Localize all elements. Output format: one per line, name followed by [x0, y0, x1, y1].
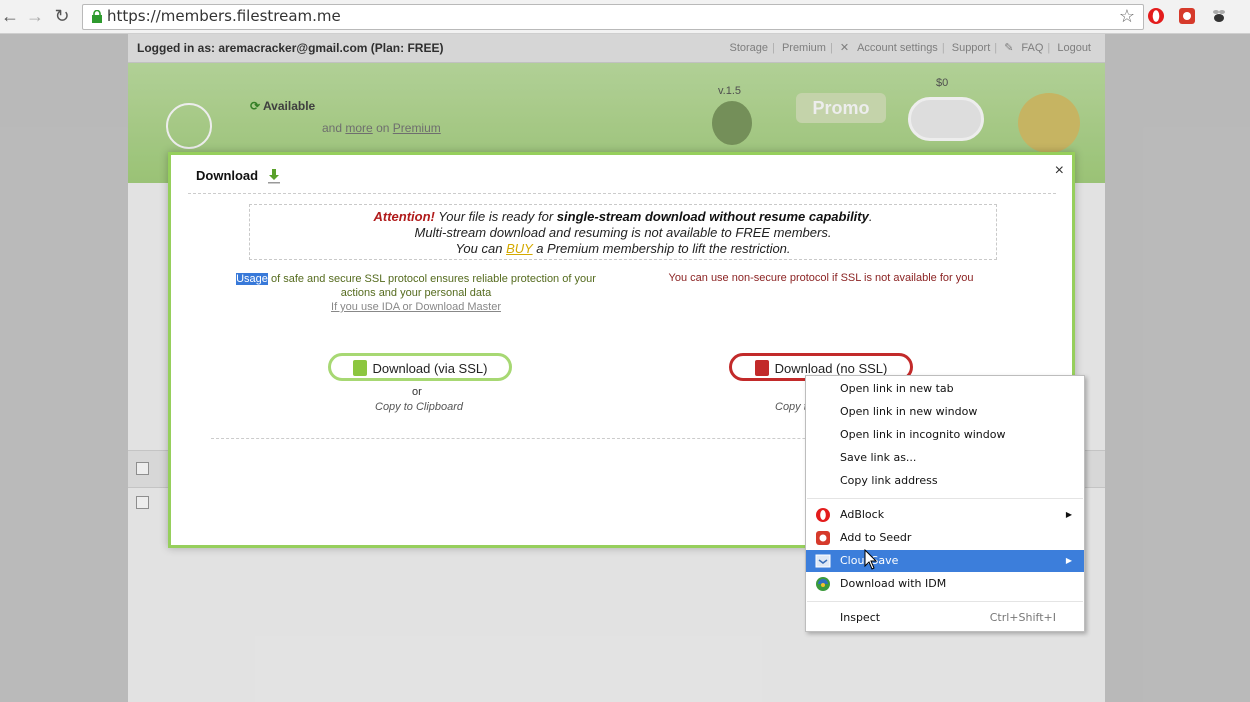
inspect-shortcut: Ctrl+Shift+I	[989, 611, 1056, 624]
dialog-title: Download	[196, 168, 259, 183]
attention-line-3: You can BUY a Premium membership to lift…	[455, 241, 791, 256]
menu-open-new-window[interactable]: Open link in new window	[806, 401, 1084, 423]
selected-text: Usage	[236, 273, 268, 285]
opera-icon[interactable]	[1147, 7, 1165, 25]
title-divider	[188, 193, 1056, 194]
copy-to-clipboard-nossl[interactable]: Copy t	[775, 401, 807, 413]
menu-cloudsave[interactable]: CloudSave▶	[806, 550, 1084, 572]
back-icon[interactable]: ←	[0, 6, 20, 26]
attention-box: Attention! Your file is ready for single…	[249, 204, 997, 260]
menu-open-new-tab[interactable]: Open link in new tab	[806, 378, 1084, 400]
submenu-arrow-icon: ▶	[1065, 510, 1072, 519]
menu-open-incognito[interactable]: Open link in incognito window	[806, 424, 1084, 446]
download-arrow-icon	[268, 169, 280, 184]
seedr-icon	[816, 531, 830, 545]
menu-inspect[interactable]: Inspect Ctrl+Shift+I	[806, 607, 1084, 629]
ida-download-master-link[interactable]: If you use IDA or Download Master	[231, 300, 601, 314]
menu-download-with-idm[interactable]: Download with IDM	[806, 573, 1084, 595]
context-menu: Open link in new tab Open link in new wi…	[805, 375, 1085, 632]
seedr-icon[interactable]	[1178, 7, 1196, 25]
menu-separator	[807, 601, 1083, 602]
bee-icon[interactable]	[1210, 7, 1228, 25]
ssl-description: Usage of safe and secure SSL protocol en…	[231, 272, 601, 314]
buy-link[interactable]: BUY	[506, 241, 533, 256]
idm-icon	[816, 577, 830, 591]
menu-copy-link-address[interactable]: Copy link address	[806, 470, 1084, 492]
address-bar[interactable]: https://members.filestream.me ☆	[82, 4, 1144, 30]
secure-lock-icon	[92, 10, 102, 23]
bookmark-star-icon[interactable]: ☆	[1119, 6, 1135, 27]
download-ssl-button[interactable]: Download (via SSL)	[328, 353, 512, 381]
adblock-icon	[816, 508, 830, 522]
lock-icon	[754, 360, 769, 376]
close-button[interactable]: ×	[1055, 162, 1064, 180]
menu-separator	[807, 498, 1083, 499]
attention-line-1: Attention! Your file is ready for single…	[373, 209, 873, 224]
lock-icon	[352, 360, 367, 376]
menu-save-link-as[interactable]: Save link as...	[806, 447, 1084, 469]
reload-icon[interactable]: ↻	[52, 6, 72, 26]
url-text: https://members.filestream.me	[107, 7, 341, 25]
nossl-description: You can use non-secure protocol if SSL i…	[668, 272, 974, 284]
menu-adblock[interactable]: AdBlock ▶	[806, 504, 1084, 526]
forward-icon[interactable]: →	[25, 6, 45, 26]
attention-line-2: Multi-stream download and resuming is no…	[414, 225, 832, 240]
copy-to-clipboard-ssl[interactable]: Copy to Clipboard	[375, 401, 463, 413]
mouse-cursor-icon	[864, 549, 878, 570]
menu-add-to-seedr[interactable]: Add to Seedr	[806, 527, 1084, 549]
or-label: or	[412, 386, 422, 398]
submenu-arrow-icon: ▶	[1065, 556, 1072, 565]
attention-label: Attention!	[373, 209, 435, 224]
browser-toolbar: ← → ↻ https://members.filestream.me ☆	[0, 0, 1250, 34]
cloudsave-icon	[815, 554, 831, 568]
